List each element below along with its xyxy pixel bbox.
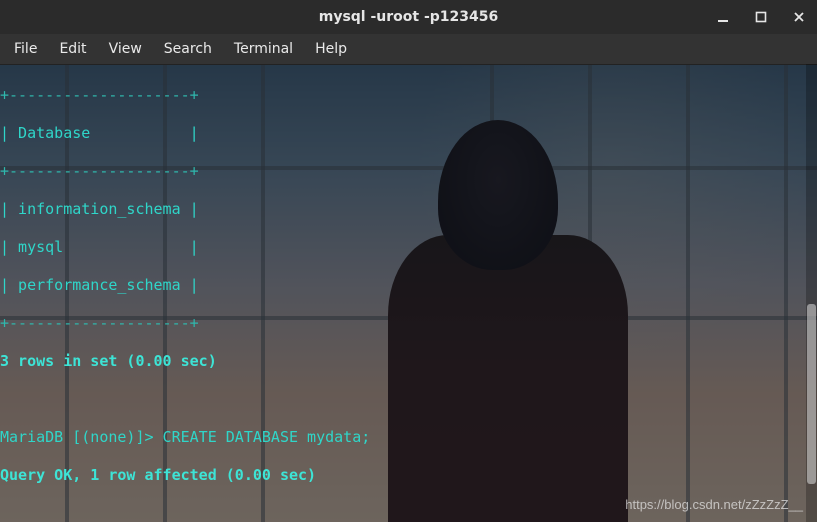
table-border: +--------------------+: [0, 86, 817, 105]
menu-help[interactable]: Help: [305, 37, 357, 61]
menu-search[interactable]: Search: [154, 37, 222, 61]
menu-edit[interactable]: Edit: [49, 37, 96, 61]
minimize-icon: [717, 11, 729, 23]
maximize-button[interactable]: [747, 4, 775, 30]
maximize-icon: [755, 11, 767, 23]
close-button[interactable]: [785, 4, 813, 30]
minimize-button[interactable]: [709, 4, 737, 30]
title-bar[interactable]: mysql -uroot -p123456: [0, 0, 817, 34]
scrollbar-thumb[interactable]: [807, 304, 816, 484]
menu-bar: File Edit View Search Terminal Help: [0, 34, 817, 65]
table-border: +--------------------+: [0, 314, 817, 333]
menu-terminal[interactable]: Terminal: [224, 37, 303, 61]
sql-command-line: MariaDB [(none)]> CREATE DATABASE mydata…: [0, 428, 817, 447]
terminal-viewport: +--------------------+ | Database | +---…: [0, 65, 817, 522]
table-header: | Database |: [0, 124, 817, 143]
menu-view[interactable]: View: [99, 37, 152, 61]
window-title: mysql -uroot -p123456: [0, 9, 817, 25]
table-row: | mysql |: [0, 238, 817, 257]
blank-line: [0, 390, 817, 409]
terminal-window: mysql -uroot -p123456 File Edit View S: [0, 0, 817, 522]
menu-file[interactable]: File: [4, 37, 47, 61]
table-row: | performance_schema |: [0, 276, 817, 295]
blank-line: [0, 504, 817, 522]
close-icon: [793, 11, 805, 23]
table-border: +--------------------+: [0, 162, 817, 181]
scrollbar-track[interactable]: [806, 64, 817, 522]
rows-summary: 3 rows in set (0.00 sec): [0, 352, 817, 371]
terminal-area[interactable]: +--------------------+ | Database | +---…: [0, 65, 817, 522]
table-row: | information_schema |: [0, 200, 817, 219]
query-ok: Query OK, 1 row affected (0.00 sec): [0, 466, 817, 485]
window-controls: [709, 0, 813, 34]
